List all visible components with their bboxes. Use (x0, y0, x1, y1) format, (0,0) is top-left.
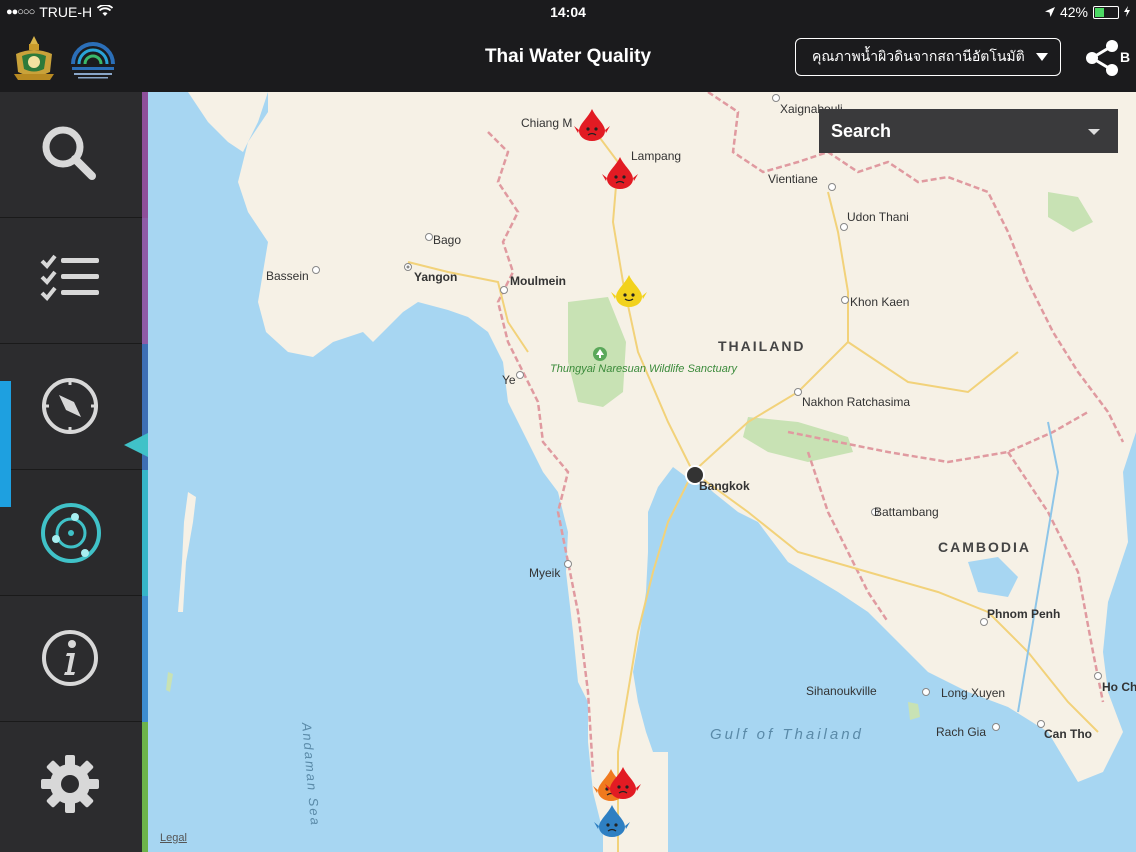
map-label-ye: Ye (502, 373, 516, 387)
water-drop-red-icon[interactable] (601, 156, 639, 190)
map-label-bago: Bago (433, 233, 462, 247)
map-label-can-tho: Can Tho (1044, 727, 1092, 741)
sidebar (0, 92, 148, 852)
share-label-fragment: B (1120, 49, 1131, 65)
status-time: 14:04 (550, 4, 586, 20)
map-base (166, 92, 1136, 852)
battery-percent: 42% (1059, 4, 1088, 20)
share-icon[interactable] (1082, 38, 1122, 78)
map-label-thungyai: Thungyai Naresuan Wildlife Sanctuary (550, 363, 737, 375)
map-search-dropdown[interactable]: Search (819, 109, 1118, 153)
water-drop-blue-icon[interactable] (593, 804, 631, 838)
map-search-label: Search (831, 121, 892, 141)
map-label-cambodia: CAMBODIA (938, 539, 1031, 555)
map-label-bassein: Bassein (266, 269, 309, 283)
compass-icon (42, 378, 98, 434)
sidebar-item-compass[interactable] (0, 344, 142, 470)
sidebar-item-search[interactable] (0, 92, 142, 218)
map-label-myeik: Myeik (529, 566, 561, 580)
map-label-phnom-penh: Phnom Penh (987, 607, 1061, 621)
status-right: 42% (1044, 4, 1130, 20)
water-drop-red-icon[interactable] (604, 766, 642, 800)
status-bar: ●●○○○ TRUE-H 14:04 42% (0, 0, 1136, 24)
sidebar-item-checklist[interactable] (0, 218, 142, 344)
map-label-khon-kaen: Khon Kaen (850, 295, 910, 309)
app-header: Thai Water Quality คุณภาพน้ำผิวดินจากสถา… (0, 24, 1136, 92)
map-label-udon-thani: Udon Thani (847, 210, 909, 224)
battery-fill (1095, 7, 1105, 17)
gear-icon (41, 755, 99, 813)
location-arrow-icon (1044, 4, 1055, 20)
water-drop-yellow-icon[interactable] (610, 274, 648, 308)
map-legal-link[interactable]: Legal (160, 832, 187, 844)
map-label-ho-chi: Ho Ch (1102, 680, 1136, 694)
battery-icon (1093, 5, 1119, 19)
sidebar-item-settings[interactable] (0, 722, 142, 848)
map-label-bangkok: Bangkok (699, 479, 750, 493)
map-label-nakhon-ratchasima: Nakhon Ratchasima (802, 395, 911, 409)
chevron-down-icon (1036, 53, 1048, 61)
water-drop-red-icon[interactable] (573, 108, 611, 142)
map-label-battambang: Battambang (874, 505, 939, 519)
map-label-chiang-mai: Chiang M (521, 116, 573, 130)
chevron-down-icon (1088, 129, 1100, 135)
map-label-rach-gia: Rach Gia (936, 725, 987, 739)
radar-icon (41, 503, 101, 563)
sidebar-item-info[interactable] (0, 596, 142, 722)
charging-bolt-icon (1124, 4, 1130, 20)
map-view[interactable]: Chiang M Lampang Xaignabouli Vientiane U… (148, 92, 1136, 852)
map-label-moulmein: Moulmein (510, 274, 566, 288)
active-item-indicator (0, 381, 11, 507)
search-icon (42, 126, 96, 180)
map-label-thailand: THAILAND (718, 338, 806, 354)
station-type-selected: คุณภาพน้ำผิวดินจากสถานีอัตโนมัติ (812, 48, 1025, 64)
station-type-dropdown[interactable]: คุณภาพน้ำผิวดินจากสถานีอัตโนมัติ (795, 38, 1061, 76)
map-label-gulf-of-thailand: Gulf of Thailand (710, 726, 864, 743)
map-label-vientiane: Vientiane (768, 172, 818, 186)
map-label-long-xuyen: Long Xuyen (941, 686, 1006, 700)
map-label-yangon: Yangon (414, 270, 458, 284)
sidebar-item-nearby-stations[interactable] (0, 470, 142, 596)
active-item-pointer (124, 433, 148, 457)
info-icon (42, 630, 98, 686)
map-label-sihanoukville: Sihanoukville (806, 684, 877, 698)
checklist-icon (40, 254, 99, 301)
